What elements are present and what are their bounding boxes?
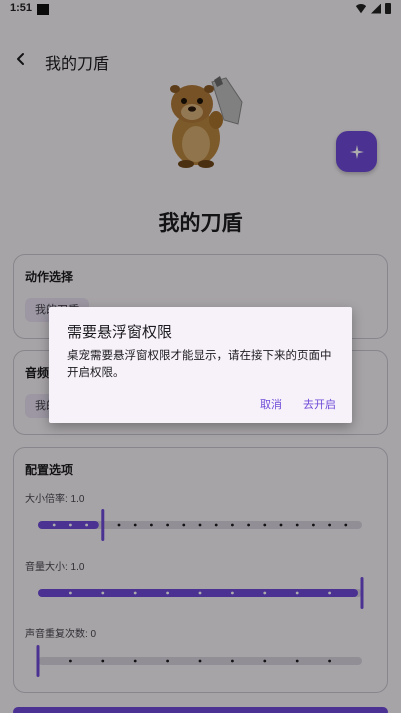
permission-dialog: 需要悬浮窗权限 桌宠需要悬浮窗权限才能显示，请在接下来的页面中开启权限。 取消 … <box>49 307 352 423</box>
dialog-body: 桌宠需要悬浮窗权限才能显示，请在接下来的页面中开启权限。 <box>67 348 332 379</box>
dialog-cancel-button[interactable]: 取消 <box>260 396 282 412</box>
dialog-title: 需要悬浮窗权限 <box>67 323 173 341</box>
dialog-confirm-button[interactable]: 去开启 <box>303 396 336 412</box>
